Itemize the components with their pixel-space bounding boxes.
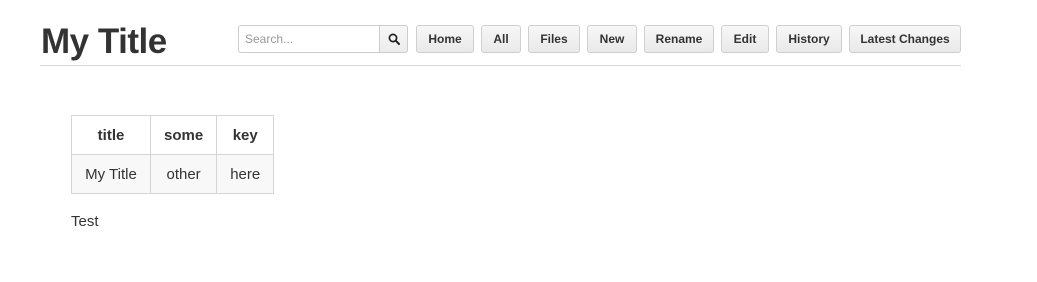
search-form <box>238 25 408 53</box>
rename-button[interactable]: Rename <box>644 25 714 53</box>
search-button[interactable] <box>379 25 408 53</box>
search-input[interactable] <box>238 25 379 53</box>
home-button[interactable]: Home <box>416 25 474 53</box>
table-cell: here <box>216 154 275 194</box>
new-button[interactable]: New <box>587 25 637 53</box>
page-title: My Title <box>41 22 167 61</box>
nav-bar: Home All Files New Rename Edit History L… <box>416 25 961 53</box>
page: My Title Home All Files New Rename Edit … <box>0 0 1037 282</box>
table-header-row: title some key <box>71 115 275 155</box>
column-header: title <box>71 115 151 155</box>
header: My Title Home All Files New Rename Edit … <box>40 0 961 66</box>
column-header: some <box>149 115 218 155</box>
page-content: title some key My Title other here Test <box>71 115 275 230</box>
history-button[interactable]: History <box>776 25 842 53</box>
latest-changes-button[interactable]: Latest Changes <box>849 25 961 53</box>
edit-button[interactable]: Edit <box>721 25 769 53</box>
body-text: Test <box>71 213 99 230</box>
table-cell: My Title <box>71 154 151 194</box>
table-cell: other <box>149 154 218 194</box>
files-button[interactable]: Files <box>528 25 580 53</box>
metadata-table: title some key My Title other here <box>71 115 275 194</box>
magnifier-icon <box>388 33 400 45</box>
column-header: key <box>216 115 275 155</box>
table-row: My Title other here <box>71 154 275 194</box>
all-button[interactable]: All <box>481 25 521 53</box>
